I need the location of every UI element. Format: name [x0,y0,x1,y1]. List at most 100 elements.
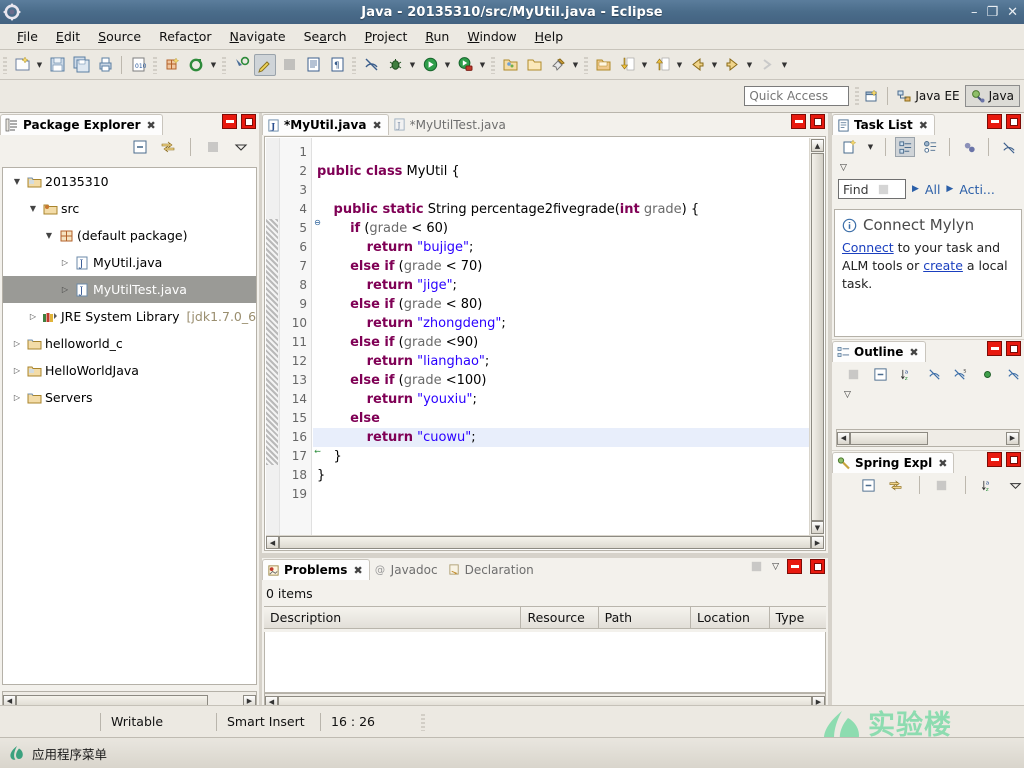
code-line[interactable]: } [313,447,809,466]
tree-node-helloworld-c[interactable]: ▷ helloworld_c [3,330,256,357]
open-type-icon[interactable] [302,54,324,76]
tab-declaration[interactable]: Declaration [444,559,540,580]
view-menu-icon[interactable] [1007,475,1024,495]
outline-hscrollbar[interactable]: ◀ ▶ [836,429,1020,447]
tab-package-explorer[interactable]: Package Explorer ✖ [0,114,163,135]
close-icon[interactable]: ✖ [372,119,381,132]
problems-view-menu-icon[interactable]: ▽ [772,562,779,572]
new-wizard-icon[interactable] [11,54,33,76]
twisty-icon[interactable]: ▷ [57,258,73,267]
sort-icon[interactable]: az [897,364,917,384]
save-icon[interactable] [46,54,68,76]
tab-spring-explorer[interactable]: Spring Expl ✖ [832,452,955,473]
code-line[interactable]: else if (grade < 80) [313,295,809,314]
view-menu-icon[interactable] [231,137,251,157]
view-menu-filters-icon[interactable] [203,137,223,157]
minimize-spring-button[interactable] [987,452,1002,467]
hide-static-icon[interactable]: S [951,364,971,384]
run-dropdown-icon[interactable]: ▼ [442,54,453,76]
code-line[interactable]: return "youxiu"; [313,390,809,409]
find-input[interactable]: Find [838,179,906,199]
hide-non-public-icon[interactable] [978,364,998,384]
editor-body[interactable]: ⊖ ⇜ 1 2 3 4 5 6 7 8 9 10 11 12 13 14 15 16 17 18 19 public… [264,136,826,551]
focus-on-active-task-icon[interactable] [844,364,864,384]
twisty-icon[interactable]: ▷ [25,312,41,321]
filter-all-link[interactable]: All [925,182,941,197]
new-file-icon[interactable] [592,54,614,76]
hscroll-thumb[interactable] [279,536,811,549]
scroll-right-button[interactable]: ▶ [1006,431,1019,445]
tab-outline[interactable]: Outline ✖ [832,341,926,362]
twisty-icon[interactable]: ▷ [57,285,73,294]
scroll-down-button[interactable]: ▼ [811,521,824,534]
run-icon[interactable] [419,54,441,76]
tab-task-list[interactable]: Task List ✖ [832,114,935,135]
menu-search[interactable]: Search [295,26,356,47]
upload-dropdown-icon[interactable]: ▼ [674,54,685,76]
spring-explorer-content[interactable] [834,503,1022,711]
task-list-more-icon[interactable] [998,137,1018,157]
create-link[interactable]: create [923,258,963,273]
upload-icon[interactable] [651,54,673,76]
tree-node-myutiltest-java[interactable]: ▷ J MyUtilTest.java [3,276,256,303]
window-minimize-button[interactable]: – [971,6,978,19]
close-icon[interactable]: ✖ [909,346,918,359]
run-coverage-icon[interactable] [454,54,476,76]
collapse-all-icon[interactable] [871,364,891,384]
menu-source[interactable]: Source [89,26,150,47]
column-header-resource[interactable]: Resource [521,607,599,628]
tree-node-jre-library[interactable]: ▷ JRE System Library [jdk1.7.0_67 [3,303,256,330]
hscroll-thumb[interactable] [850,431,928,445]
sort-icon[interactable]: az [979,475,996,495]
tab-javadoc[interactable]: @ Javadoc [370,559,444,580]
menu-help[interactable]: Help [526,26,573,47]
connect-link[interactable]: Connect [842,240,894,255]
app-menu-icon[interactable] [8,745,24,762]
code-line[interactable]: } [313,466,809,485]
tab-problems[interactable]: Problems ✖ [262,559,370,580]
toolbar-grip-5[interactable] [491,55,495,74]
maximize-panel-button[interactable] [241,114,256,129]
menu-refactor[interactable]: Refactor [150,26,220,47]
editor-hscrollbar[interactable]: ◀ ▶ [266,535,824,549]
toggle-block-selection-icon[interactable]: ¶ [326,54,348,76]
toolbar-grip-6[interactable] [584,55,588,74]
maximize-outline-button[interactable] [1006,341,1021,356]
search-icon[interactable] [877,183,890,196]
focus-on-workweek-icon[interactable] [959,137,979,157]
twisty-icon[interactable]: ▼ [25,204,41,213]
categorized-presentation-icon[interactable] [895,137,915,157]
filters-icon[interactable] [933,475,950,495]
perspective-java[interactable]: Java [964,85,1020,107]
new-java-package-icon[interactable]: 010 [127,54,149,76]
code-line[interactable]: return "zhongdeng"; [313,314,809,333]
column-header-description[interactable]: Description [264,607,522,628]
open-perspective-icon[interactable] [860,85,882,107]
scheduled-presentation-icon[interactable] [920,137,940,157]
menu-navigate[interactable]: Navigate [221,26,295,47]
code-line[interactable]: else [313,409,809,428]
external-tools-icon[interactable] [185,54,207,76]
toolbar-grip-4[interactable] [352,55,356,74]
new-wizard-dropdown-icon[interactable]: ▼ [34,54,45,76]
toolbar-grip-2[interactable] [153,55,157,74]
code-line[interactable]: if (grade < 60) [313,219,809,238]
run-coverage-dropdown-icon[interactable]: ▼ [477,54,488,76]
code-line[interactable]: return "jige"; [313,276,809,295]
save-all-icon[interactable] [70,54,92,76]
code-line[interactable] [313,485,809,504]
scroll-left-button[interactable]: ◀ [837,431,850,445]
back-icon[interactable] [686,54,708,76]
debug-dropdown-icon[interactable]: ▼ [407,54,418,76]
vscroll-thumb[interactable] [811,153,824,521]
next-annotation-icon[interactable] [230,54,252,76]
column-header-path[interactable]: Path [598,607,692,628]
window-maximize-button[interactable]: ❐ [986,6,998,19]
toggle-mark-occurrences-icon[interactable] [254,53,276,76]
next-edit-dropdown-icon[interactable]: ▼ [779,54,790,76]
close-icon[interactable]: ✖ [147,119,156,132]
tree-node-servers[interactable]: ▷ Servers [3,384,256,411]
tree-node-src[interactable]: ▼ src [3,195,256,222]
maximize-spring-button[interactable] [1006,452,1021,467]
close-icon[interactable]: ✖ [353,564,362,577]
